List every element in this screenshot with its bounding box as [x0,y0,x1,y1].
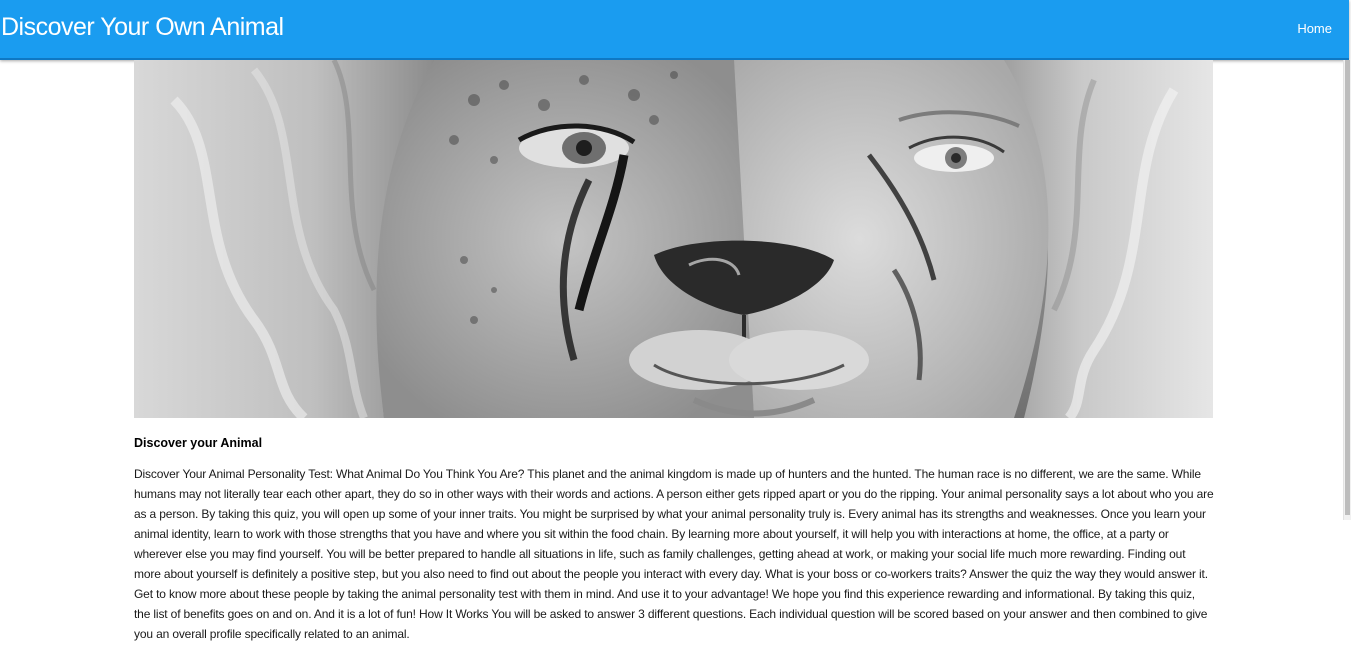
article-heading: Discover your Animal [134,436,263,450]
cheetah-face-portrait-image [134,60,1213,418]
scrollbar-thumb[interactable] [1345,60,1350,515]
nav-home-link[interactable]: Home [1297,21,1332,36]
page-scrollbar[interactable] [1343,60,1351,520]
main-content: Discover your Animal Discover Your Anima… [134,428,1214,644]
top-navbar: Discover Your Own Animal Home [0,0,1349,60]
hero-image [134,60,1213,418]
brand-title-link[interactable]: Discover Your Own Animal [1,13,284,42]
article-body: Discover Your Animal Personality Test: W… [134,467,1214,641]
